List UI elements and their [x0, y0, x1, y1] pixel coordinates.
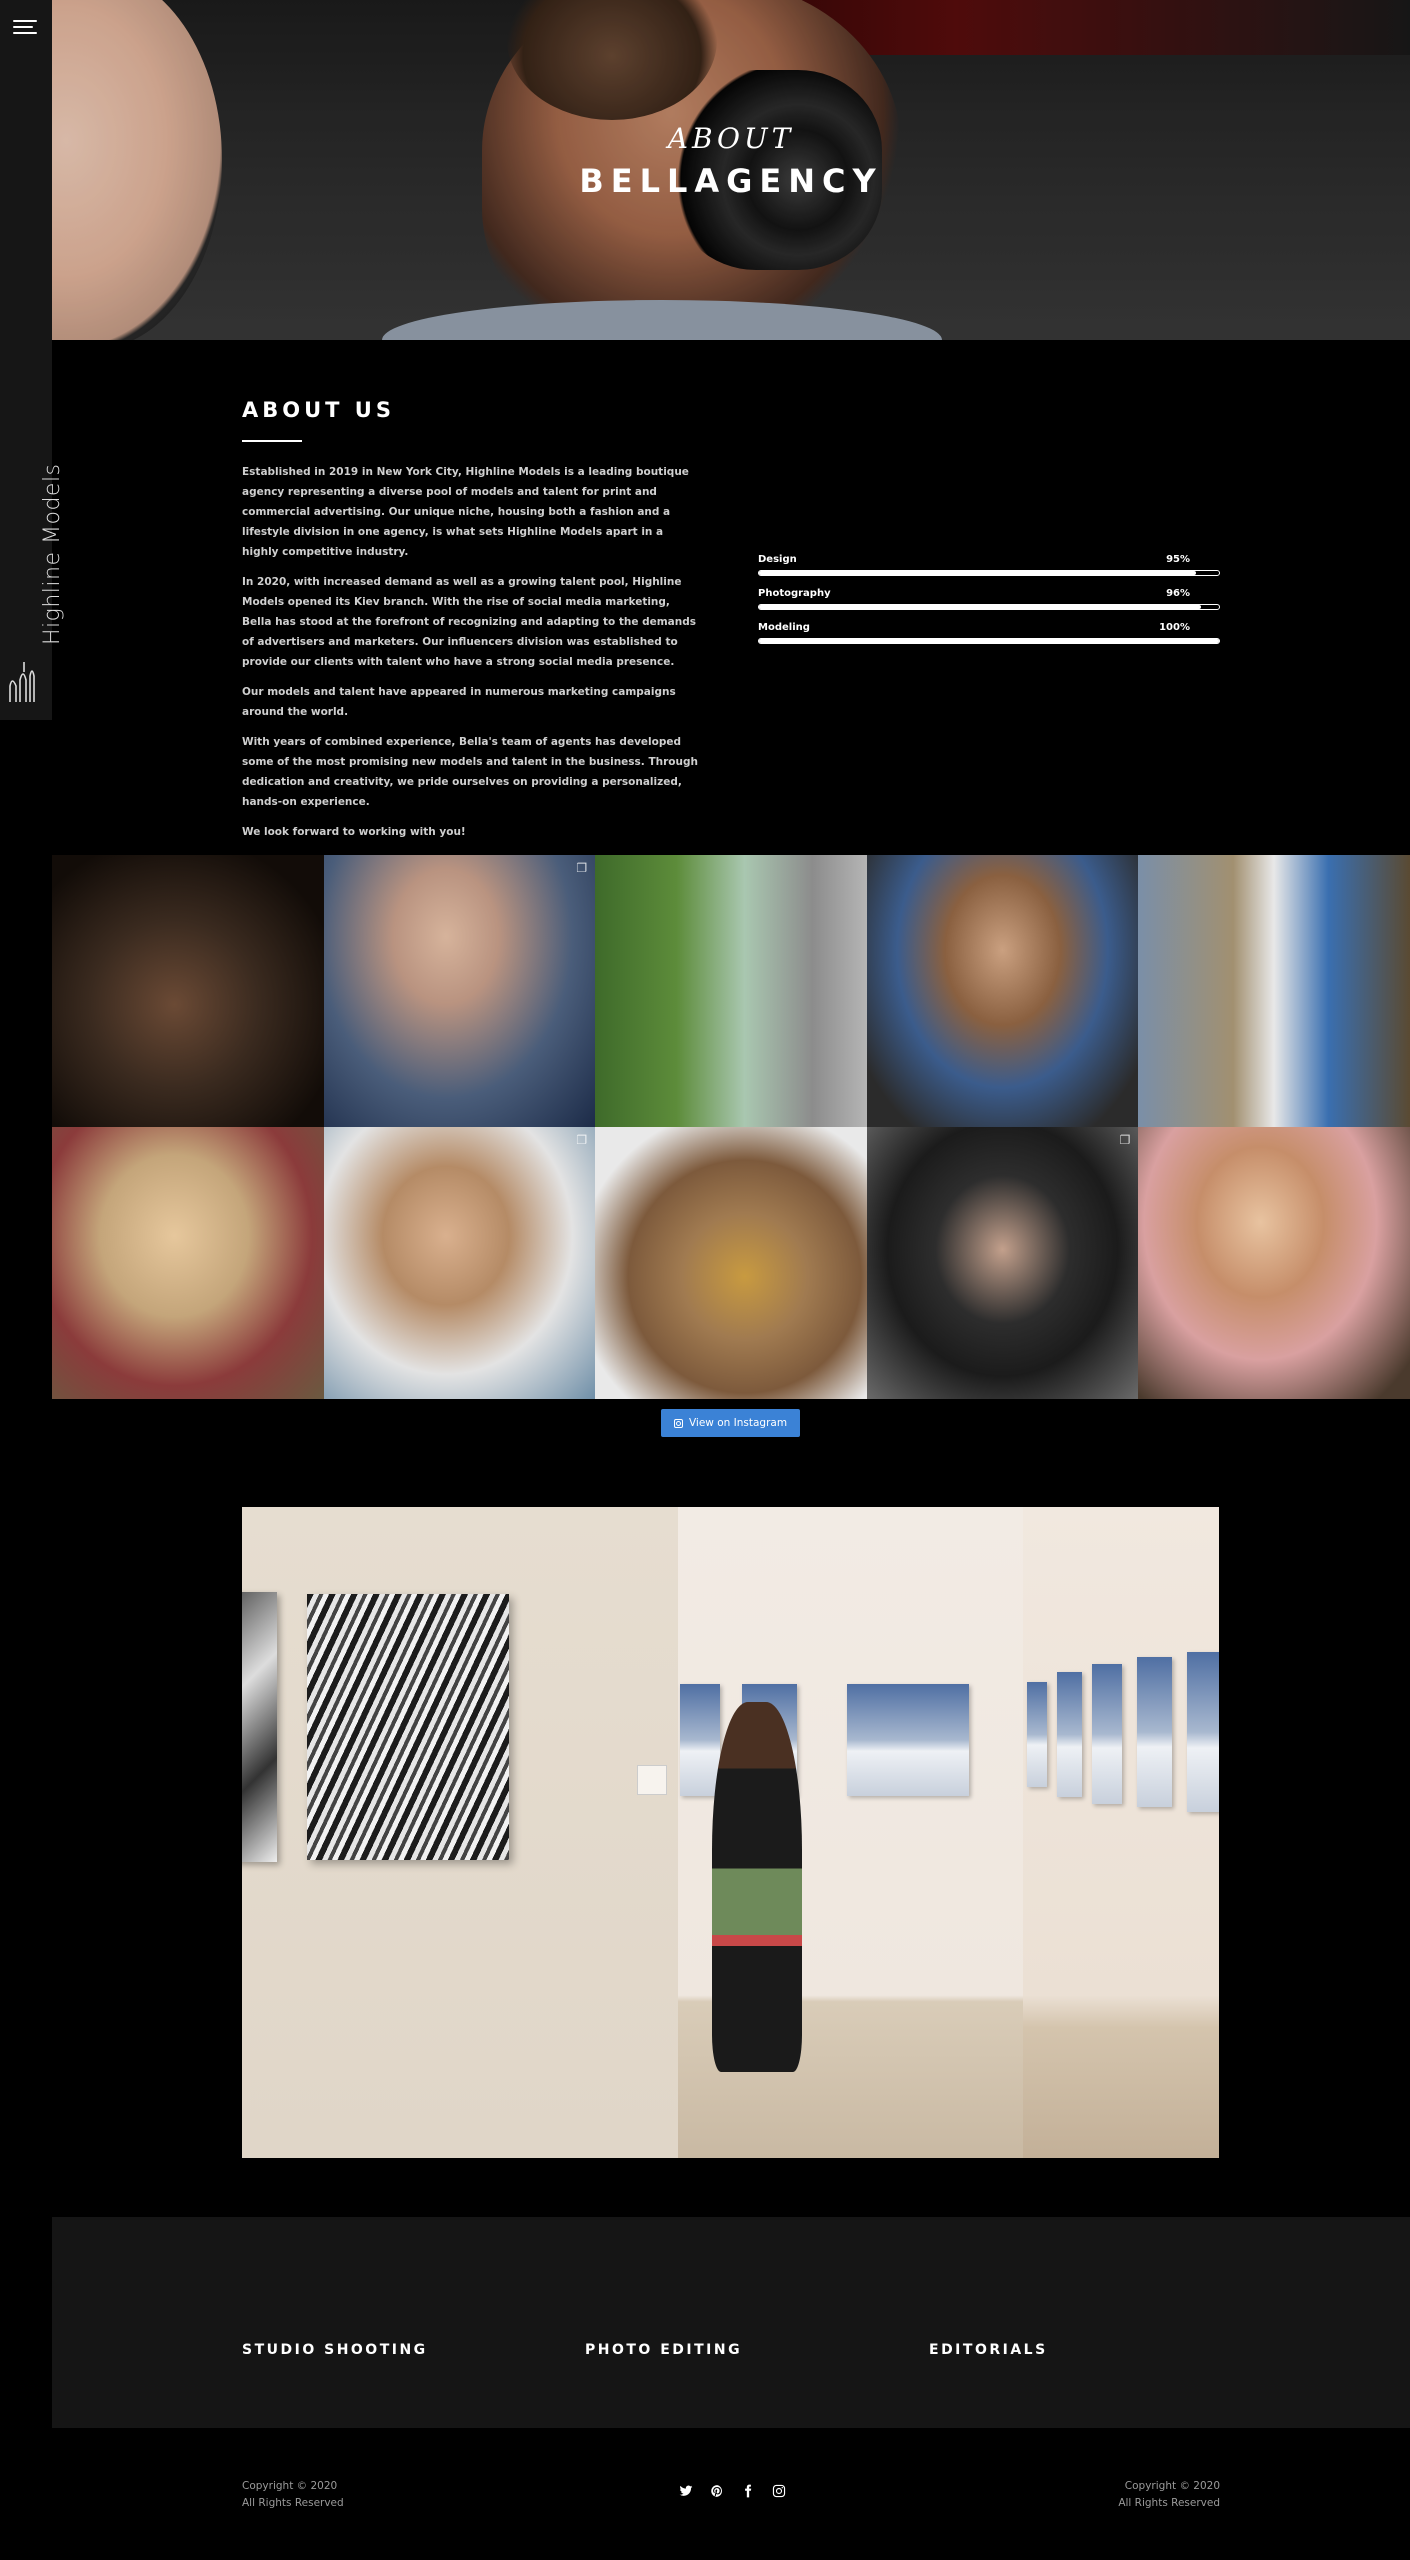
- instagram-photo[interactable]: [52, 855, 324, 1127]
- skill-bar-fill: [759, 639, 1219, 643]
- instagram-photo[interactable]: ❐: [323, 1127, 596, 1399]
- about-section: ABOUT US Established in 2019 in New York…: [242, 398, 702, 852]
- skills-section: Design 95% Photography 96% Modeling 100%: [758, 554, 1220, 656]
- instagram-grid: ❐ ❐ ❐: [52, 855, 1410, 1399]
- rights-text: All Rights Reserved: [1118, 2497, 1220, 2509]
- footer-copyright-right: Copyright © 2020 All Rights Reserved: [1118, 2478, 1220, 2512]
- skill-photography: Photography 96%: [758, 588, 1220, 610]
- about-paragraph: In 2020, with increased demand as well a…: [242, 576, 697, 668]
- about-paragraph: With years of combined experience, Bella…: [242, 736, 698, 808]
- hero-title: BELLAGENCY: [579, 162, 883, 200]
- instagram-photo[interactable]: [595, 855, 867, 1127]
- instagram-photo[interactable]: ❐: [323, 855, 596, 1127]
- about-heading: ABOUT US: [242, 398, 395, 422]
- social-links: [678, 2484, 786, 2499]
- about-paragraph: Our models and talent have appeared in n…: [242, 686, 676, 718]
- hero-subtitle: ABOUT: [667, 122, 795, 155]
- skill-bar: [758, 638, 1220, 644]
- gallery-photo: [242, 1507, 1219, 2158]
- skill-percent: 96%: [1166, 588, 1190, 599]
- rights-text: All Rights Reserved: [242, 2497, 344, 2509]
- skill-modeling: Modeling 100%: [758, 622, 1220, 644]
- services-section: STUDIO SHOOTING PHOTO EDITING EDITORIALS: [52, 2217, 1410, 2428]
- sidebar: Highline Models: [0, 0, 65, 720]
- instagram-icon[interactable]: [771, 2484, 786, 2499]
- skill-bar-fill: [759, 571, 1196, 575]
- service-editorials: EDITORIALS: [929, 2342, 1048, 2358]
- instagram-photo[interactable]: [1138, 1127, 1410, 1399]
- about-paragraph: We look forward to working with you!: [242, 826, 466, 838]
- skill-label: Photography: [758, 588, 831, 599]
- pinterest-icon[interactable]: [709, 2484, 724, 2499]
- copyright-text: Copyright © 2020: [1124, 2480, 1220, 2492]
- skill-label: Design: [758, 554, 797, 565]
- instagram-photo[interactable]: [52, 1127, 324, 1399]
- instagram-photo[interactable]: [1138, 855, 1410, 1127]
- skill-percent: 95%: [1166, 554, 1190, 565]
- about-paragraph: Established in 2019 in New York City, Hi…: [242, 466, 689, 558]
- footer-copyright-left: Copyright © 2020 All Rights Reserved: [242, 2478, 344, 2512]
- skill-design: Design 95%: [758, 554, 1220, 576]
- skill-bar: [758, 604, 1220, 610]
- menu-icon[interactable]: [13, 20, 38, 36]
- gallery-icon: ❐: [576, 861, 588, 875]
- instagram-photo[interactable]: [866, 855, 1139, 1127]
- instagram-photo[interactable]: [595, 1127, 867, 1399]
- gallery-icon: ❐: [576, 1133, 588, 1147]
- brand-vertical-text: Highline Models: [40, 463, 65, 645]
- instagram-icon: [673, 1418, 683, 1428]
- skill-percent: 100%: [1159, 622, 1190, 633]
- hero-banner: ABOUT BELLAGENCY: [52, 0, 1410, 340]
- skill-bar-fill: [759, 605, 1201, 609]
- skill-bar: [758, 570, 1220, 576]
- instagram-photo[interactable]: ❐: [866, 1127, 1139, 1399]
- view-on-instagram-button[interactable]: View on Instagram: [661, 1409, 800, 1437]
- gallery-icon: ❐: [1119, 1133, 1131, 1147]
- button-label: View on Instagram: [688, 1417, 788, 1429]
- skill-label: Modeling: [758, 622, 810, 633]
- twitter-icon[interactable]: [678, 2484, 693, 2499]
- service-studio-shooting: STUDIO SHOOTING: [242, 2342, 428, 2358]
- copyright-text: Copyright © 2020: [242, 2480, 338, 2492]
- service-photo-editing: PHOTO EDITING: [585, 2342, 743, 2358]
- facebook-icon[interactable]: [740, 2484, 755, 2499]
- heading-divider: [242, 440, 302, 442]
